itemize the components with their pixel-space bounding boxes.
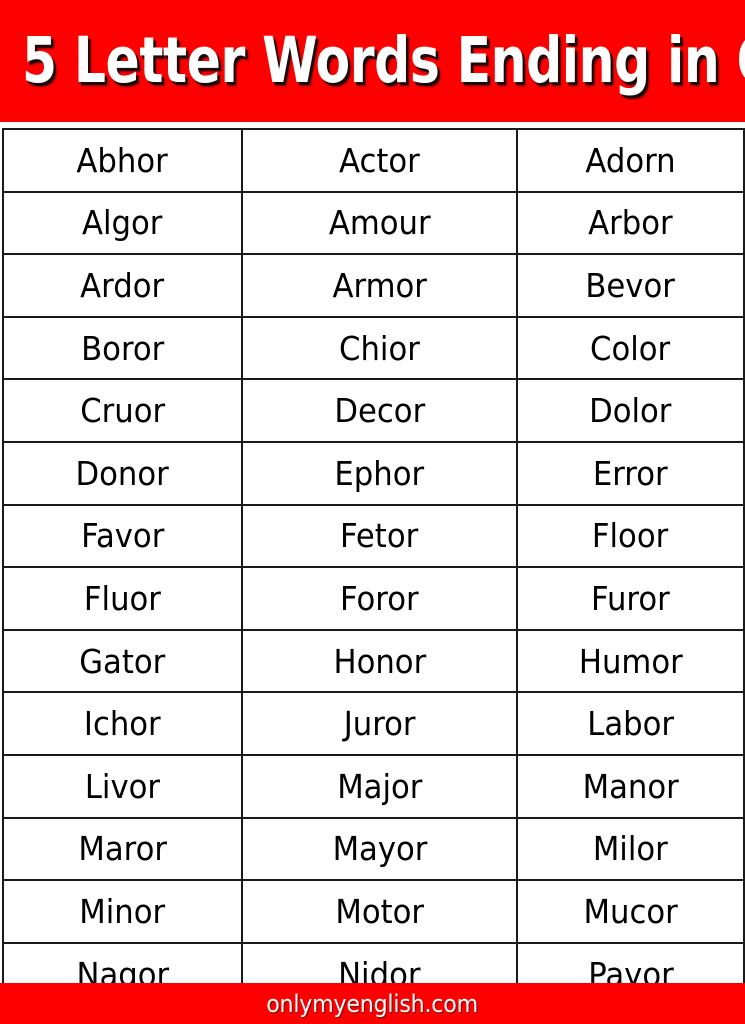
word-text: Ardor [80,265,165,305]
word-text: Livor [84,766,161,806]
word-cell: Livor [2,753,243,819]
word-cell: Ichor [2,691,243,756]
table-row: Abhor Actor Adorn [2,128,745,193]
word-text: Boror [80,328,165,368]
word-cell: Ephor [241,440,518,506]
word-text: Decor [334,391,425,431]
footer-banner: onlymyenglish.com [0,983,745,1024]
word-cell: Gator [2,628,243,694]
table-row: Algor Amour Arbor [2,190,745,256]
word-cell: Maror [2,816,243,882]
word-text: Manor [582,766,679,806]
word-text: Fluor [83,578,162,618]
word-text: Juror [343,704,416,744]
word-text: Motor [335,891,424,931]
word-text: Maror [78,829,167,869]
word-cell: Armor [241,253,518,318]
word-cell: Floor [516,503,745,569]
word-list-poster: 5 Letter Words Ending in Or Abhor Actor … [0,0,745,1024]
word-text: Minor [79,891,166,931]
word-cell: Donor [2,440,243,506]
word-cell: Dolor [516,378,745,443]
word-table: Abhor Actor Adorn Algor Amour Arbor Ardo… [2,128,745,1007]
word-text: Bevor [585,265,676,305]
word-text: Arbor [588,203,673,243]
word-table-body: Abhor Actor Adorn Algor Amour Arbor Ardo… [2,128,745,1007]
word-text: Ephor [334,453,425,493]
word-text: Furor [591,578,670,618]
word-cell: Manor [516,753,745,819]
table-row: Ichor Juror Labor [2,691,745,756]
word-text: Chior [339,328,420,368]
table-row: Livor Major Manor [2,753,745,819]
word-cell: Motor [241,879,518,944]
word-text: Actor [339,140,420,180]
word-cell: Foror [241,566,518,631]
word-text: Donor [75,453,170,493]
word-text: Labor [587,704,674,744]
word-text: Cruor [80,391,165,431]
word-cell: Major [241,753,518,819]
header-banner: 5 Letter Words Ending in Or [0,0,745,122]
word-text: Error [593,453,668,493]
word-cell: Bevor [516,253,745,318]
word-text: Favor [80,516,165,556]
word-text: Major [336,766,423,806]
word-cell: Amour [241,190,518,256]
word-text: Humor [578,641,683,681]
word-table-container: Abhor Actor Adorn Algor Amour Arbor Ardo… [2,128,745,1007]
word-cell: Chior [241,315,518,381]
word-text: Fetor [340,516,419,556]
word-text: Honor [333,641,426,681]
word-cell: Minor [2,879,243,944]
word-cell: Algor [2,190,243,256]
word-text: Mucor [583,891,678,931]
table-row: Maror Mayor Milor [2,816,745,882]
word-cell: Mucor [516,879,745,944]
word-cell: Cruor [2,378,243,443]
word-text: Algor [82,203,163,243]
word-text: Mayor [332,829,427,869]
site-attribution: onlymyenglish.com [266,989,479,1018]
table-row: Gator Honor Humor [2,628,745,694]
word-cell: Ardor [2,253,243,318]
word-text: Milor [593,829,668,869]
word-cell: Boror [2,315,243,381]
word-cell: Adorn [516,128,745,193]
word-cell: Humor [516,628,745,694]
word-cell: Labor [516,691,745,756]
word-text: Color [590,328,671,368]
word-cell: Favor [2,503,243,569]
word-cell: Decor [241,378,518,443]
word-cell: Actor [241,128,518,193]
table-row: Ardor Armor Bevor [2,253,745,318]
table-row: Boror Chior Color [2,315,745,381]
table-row: Minor Motor Mucor [2,879,745,944]
table-row: Donor Ephor Error [2,440,745,506]
word-cell: Milor [516,816,745,882]
table-row: Cruor Decor Dolor [2,378,745,443]
word-text: Dolor [589,391,672,431]
word-text: Foror [340,578,419,618]
word-text: Abhor [76,140,169,180]
word-cell: Arbor [516,190,745,256]
word-text: Gator [79,641,166,681]
word-cell: Fluor [2,566,243,631]
word-cell: Juror [241,691,518,756]
table-row: Favor Fetor Floor [2,503,745,569]
word-text: Adorn [585,140,676,180]
word-text: Amour [328,203,431,243]
word-cell: Error [516,440,745,506]
page-title: 5 Letter Words Ending in Or [22,23,745,97]
word-cell: Furor [516,566,745,631]
word-cell: Mayor [241,816,518,882]
word-cell: Honor [241,628,518,694]
word-cell: Abhor [2,128,243,193]
word-text: Floor [592,516,669,556]
word-text: Armor [332,265,427,305]
table-row: Fluor Foror Furor [2,566,745,631]
word-cell: Color [516,315,745,381]
word-cell: Fetor [241,503,518,569]
word-text: Ichor [84,704,161,744]
